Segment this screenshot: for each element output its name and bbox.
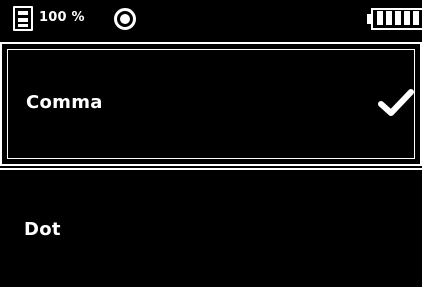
battery-full-icon (367, 8, 422, 30)
status-bar: 100 % (0, 0, 422, 36)
option-label: Comma (26, 92, 103, 113)
storage-percentage: 100 % (39, 10, 85, 25)
checkmark-icon (378, 89, 414, 116)
option-label: Dot (24, 219, 61, 240)
option-comma[interactable]: Comma (0, 42, 422, 166)
decimal-separator-options: Comma Dot (0, 42, 422, 287)
storage-card-icon (13, 6, 33, 31)
record-indicator-icon (114, 8, 136, 30)
option-dot[interactable]: Dot (0, 168, 422, 287)
